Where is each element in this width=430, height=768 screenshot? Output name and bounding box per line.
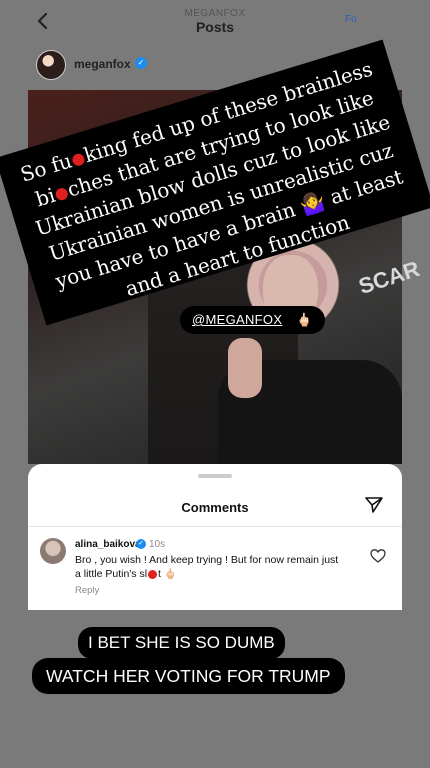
avatar[interactable] [36, 50, 66, 80]
censor-dot-icon [148, 569, 158, 579]
comment-text-a: Bro , you wish ! And keep trying ! But f… [75, 554, 339, 580]
header-title: Posts [195, 19, 235, 35]
mention-sticker[interactable]: @MEGANFOX 🖕🏻 [180, 306, 325, 334]
caption-line-2: WATCH HER VOTING FOR TRUMP [32, 658, 345, 694]
verified-badge-icon: ✓ [135, 57, 147, 69]
comments-title: Comments [181, 500, 249, 515]
shirt-print-text: SCAR [355, 256, 423, 300]
follow-button-fragment[interactable]: Fo [345, 14, 357, 25]
post-header: MEGANFOX Posts Fo [0, 0, 430, 40]
header-username: MEGANFOX [184, 8, 246, 19]
comment-username[interactable]: alina_baikova [75, 539, 141, 550]
comment-timestamp: 10s [149, 539, 166, 550]
sheet-grabber[interactable] [198, 474, 232, 478]
middle-finger-emoji: 🖕🏻 [296, 312, 313, 327]
profile-username[interactable]: meganfox [74, 57, 131, 71]
profile-row[interactable]: meganfox ✓ [36, 50, 196, 80]
comment-text: Bro , you wish ! And keep trying ! But f… [75, 553, 345, 581]
comment-verified-icon: ✓ [136, 539, 146, 549]
mention-label[interactable]: @MEGANFOX [192, 312, 282, 327]
reply-button[interactable]: Reply [75, 585, 99, 596]
comments-sheet: Comments alina_baikova ✓ 10s Bro , you w… [28, 464, 402, 610]
photo-hand [228, 338, 262, 398]
comment-text-b: t 🖕🏻 [158, 568, 177, 580]
heart-icon[interactable] [370, 548, 386, 564]
divider [28, 526, 402, 527]
comment-avatar[interactable] [40, 538, 66, 564]
story-screen: MEGANFOX Posts Fo meganfox ✓ SCAR So fuk… [0, 0, 430, 768]
send-icon[interactable] [364, 495, 384, 515]
caption-line-1: I BET SHE IS SO DUMB [78, 627, 285, 659]
